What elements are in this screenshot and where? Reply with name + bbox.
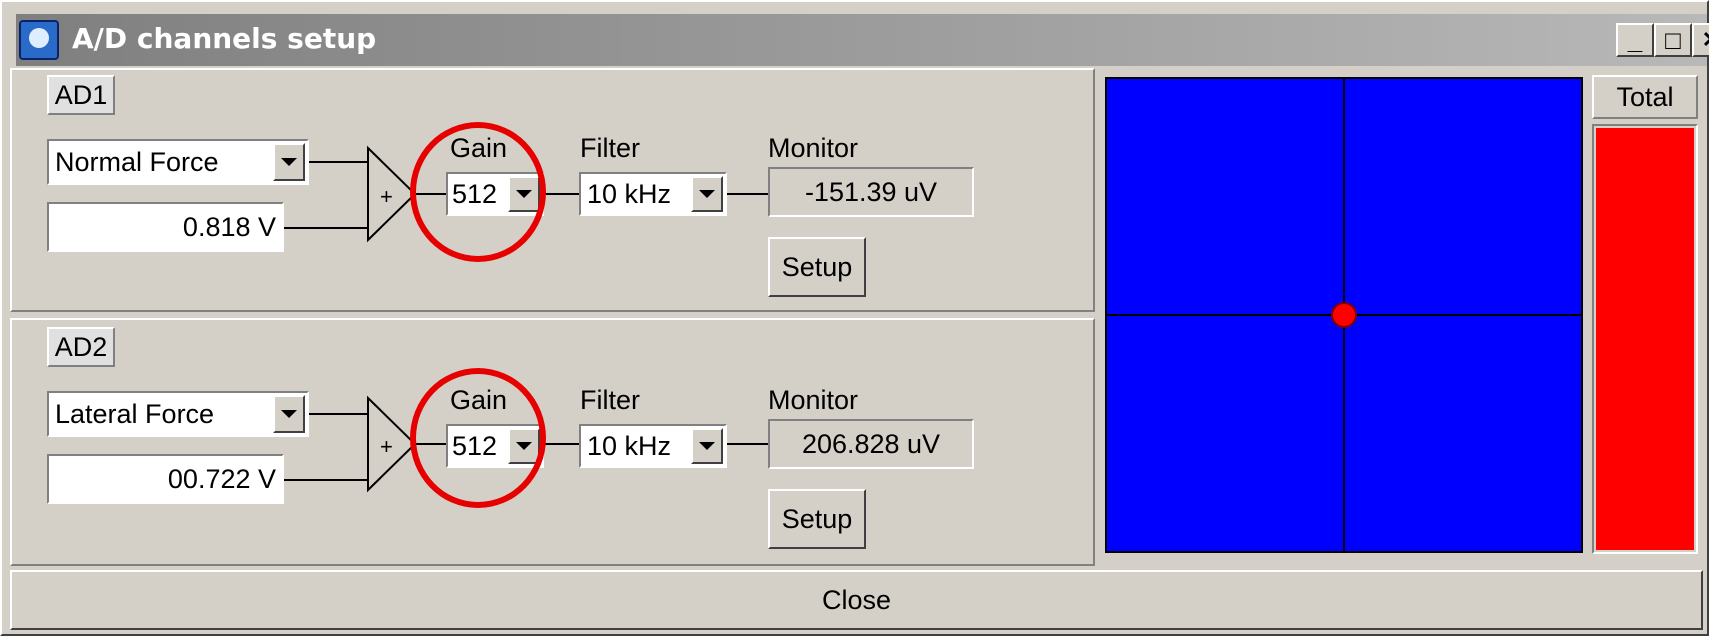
maximize-button[interactable]: □ — [1654, 23, 1692, 57]
maximize-icon: □ — [1665, 24, 1681, 55]
ad1-filter-select[interactable]: 10 kHz — [579, 172, 727, 216]
ad1-signal-value: Normal Force — [55, 146, 219, 177]
ad-channels-setup-window: A/D channels setup _ □ ✕ AD1 Normal Forc… — [0, 0, 1709, 636]
ad1-setup-button[interactable]: Setup — [768, 237, 866, 297]
ad2-filter-label: Filter — [580, 385, 640, 415]
ad2-filter-value: 10 kHz — [587, 430, 672, 461]
ad1-signal-select[interactable]: Normal Force — [47, 139, 309, 185]
chevron-down-icon[interactable] — [691, 428, 723, 464]
ad2-monitor-label: Monitor — [768, 385, 859, 415]
gain-highlight-ring-ad1 — [410, 122, 546, 262]
ad1-filter-value: 10 kHz — [587, 178, 672, 209]
ad1-filter-label: Filter — [580, 133, 640, 163]
close-icon: ✕ — [1702, 27, 1709, 53]
gain-highlight-ring-ad2 — [410, 368, 546, 508]
app-icon — [19, 20, 59, 60]
chevron-down-icon[interactable] — [273, 395, 305, 433]
ad1-monitor-value: -151.39 uV — [768, 167, 974, 217]
ad2-filter-select[interactable]: 10 kHz — [579, 424, 727, 468]
total-label: Total — [1592, 75, 1698, 119]
channel-ad1-label: AD1 — [47, 75, 115, 115]
channel-ad2-label: AD2 — [47, 327, 115, 367]
total-level-bar — [1592, 124, 1698, 554]
total-level-fill — [1596, 128, 1694, 550]
minimize-icon: _ — [1627, 25, 1643, 55]
close-button[interactable]: Close — [10, 570, 1703, 630]
ad2-offset-input[interactable]: 00.722 V — [47, 454, 284, 504]
ad2-signal-select[interactable]: Lateral Force — [47, 391, 309, 437]
xy-position-plot — [1103, 75, 1585, 555]
chevron-down-icon[interactable] — [691, 176, 723, 212]
title-bar[interactable]: A/D channels setup _ □ ✕ — [16, 14, 1709, 66]
chevron-down-icon[interactable] — [273, 143, 305, 181]
ad2-setup-button[interactable]: Setup — [768, 489, 866, 549]
minimize-button[interactable]: _ — [1616, 23, 1654, 57]
ad1-monitor-label: Monitor — [768, 133, 859, 163]
window-title: A/D channels setup — [72, 22, 377, 55]
close-window-button[interactable]: ✕ — [1692, 23, 1709, 57]
plot-position-marker — [1331, 302, 1357, 328]
ad2-monitor-value: 206.828 uV — [768, 419, 974, 469]
ad2-signal-value: Lateral Force — [55, 398, 215, 429]
ad1-offset-input[interactable]: 0.818 V — [47, 202, 284, 252]
